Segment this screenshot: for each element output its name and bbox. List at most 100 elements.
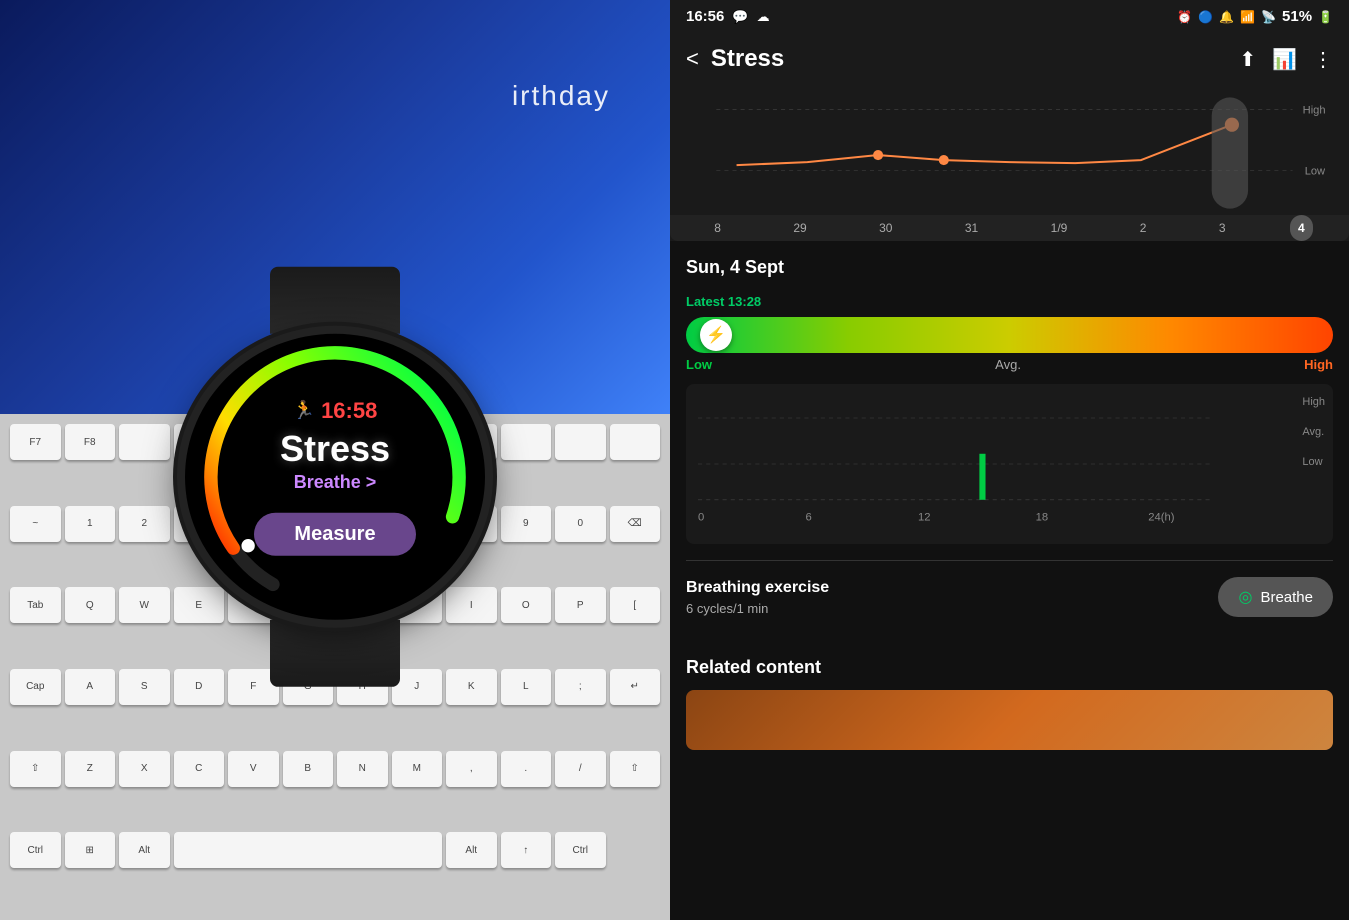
stress-bar-labels: Low Avg. High xyxy=(686,357,1333,372)
volume-icon: 🔔 xyxy=(1219,10,1234,24)
svg-text:18: 18 xyxy=(1036,511,1049,523)
key-bracket[interactable]: [ xyxy=(610,587,661,623)
key-pgdn[interactable] xyxy=(610,424,661,460)
bar-label-low: Low xyxy=(686,357,712,372)
key-period[interactable]: . xyxy=(501,751,552,787)
daily-low-label: Low xyxy=(1302,456,1325,468)
bar-label-avg: Avg. xyxy=(995,357,1021,372)
key-p[interactable]: P xyxy=(555,587,606,623)
share-button[interactable]: ⬆ xyxy=(1239,47,1256,72)
key-up[interactable]: ↑ xyxy=(501,832,552,868)
bluetooth-icon: 🔵 xyxy=(1198,10,1213,24)
date-4-active[interactable]: 4 xyxy=(1290,215,1313,241)
key-slash[interactable]: / xyxy=(555,751,606,787)
watch-band-bottom xyxy=(270,620,400,687)
watch-time: 🏃 16:58 xyxy=(293,398,378,424)
key-semi[interactable]: ; xyxy=(555,669,606,705)
bar-label-high: High xyxy=(1304,357,1333,372)
status-bar: 16:56 💬 ☁ ⏰ 🔵 🔔 📶 📡 51% 🔋 xyxy=(670,0,1349,33)
key-backspace[interactable]: ⌫ xyxy=(610,506,661,542)
svg-text:24(h): 24(h) xyxy=(1148,511,1175,523)
key-o[interactable]: O xyxy=(501,587,552,623)
key-comma[interactable]: , xyxy=(446,751,497,787)
header-right: ⬆ 📊 ⋮ xyxy=(1239,47,1333,72)
key-rshift[interactable]: ⇧ xyxy=(610,751,661,787)
key-caps[interactable]: Cap xyxy=(10,669,61,705)
key-x[interactable]: X xyxy=(119,751,170,787)
key-f9[interactable] xyxy=(119,424,170,460)
key-c[interactable]: C xyxy=(174,751,225,787)
key-f7[interactable]: F7 xyxy=(10,424,61,460)
back-button[interactable]: < xyxy=(686,46,699,72)
daily-chart-svg: 0 6 12 18 24(h) xyxy=(698,396,1271,532)
key-l[interactable]: L xyxy=(501,669,552,705)
watch-band-top xyxy=(270,267,400,334)
weekly-chart-svg: High Low xyxy=(686,85,1333,215)
right-panel: 16:56 💬 ☁ ⏰ 🔵 🔔 📶 📡 51% 🔋 < Stress ⬆ 📊 ⋮ xyxy=(670,0,1349,920)
header-left: < Stress xyxy=(686,45,784,73)
key-0[interactable]: 0 xyxy=(555,506,606,542)
key-enter[interactable]: ↵ xyxy=(610,669,661,705)
status-time: 16:56 xyxy=(686,8,724,25)
breathe-text: Breathing exercise 6 cycles/1 min xyxy=(686,579,829,616)
content-area: Sun, 4 Sept Latest 13:28 ⚡ Low Avg. High… xyxy=(670,241,1349,920)
key-tilde[interactable]: ~ xyxy=(10,506,61,542)
daily-chart: High Avg. Low 0 6 12 18 24(h) xyxy=(686,384,1333,544)
key-b[interactable]: B xyxy=(283,751,334,787)
breathe-subtitle: 6 cycles/1 min xyxy=(686,601,829,616)
date-30: 30 xyxy=(871,215,900,241)
breathe-button-label: Breathe xyxy=(1260,589,1313,606)
date-heading: Sun, 4 Sept xyxy=(686,257,1333,278)
breathe-button-icon: ◎ xyxy=(1238,587,1252,607)
watch-stress-icon: 🏃 xyxy=(293,400,315,421)
battery-percentage: 51% xyxy=(1282,8,1312,25)
key-n[interactable]: N xyxy=(337,751,388,787)
left-panel: irthday F7 F8 F10 F11 F12 ~ 1 2 3 4 5 6 … xyxy=(0,0,670,920)
key-f8[interactable]: F8 xyxy=(65,424,116,460)
watch-screen: 🏃 16:58 Stress Breathe > Measure xyxy=(185,334,485,620)
stress-bar-container: ⚡ Low Avg. High xyxy=(686,317,1333,372)
key-2[interactable]: 2 xyxy=(119,506,170,542)
birthday-text: irthday xyxy=(512,80,610,112)
watch-breathe-label: Breathe > xyxy=(294,472,377,493)
svg-text:Low: Low xyxy=(1305,165,1326,177)
svg-text:12: 12 xyxy=(918,511,931,523)
latest-label: Latest 13:28 xyxy=(686,294,1333,309)
key-z[interactable]: Z xyxy=(65,751,116,787)
chart-area: High Low xyxy=(670,85,1349,215)
related-section: Related content xyxy=(686,649,1333,750)
daily-high-label: High xyxy=(1302,396,1325,408)
key-ralt[interactable]: Alt xyxy=(446,832,497,868)
chart-button[interactable]: 📊 xyxy=(1272,47,1297,72)
key-s[interactable]: S xyxy=(119,669,170,705)
key-9[interactable]: 9 xyxy=(501,506,552,542)
svg-text:0: 0 xyxy=(698,511,704,523)
key-1[interactable]: 1 xyxy=(65,506,116,542)
key-space[interactable] xyxy=(174,832,443,868)
key-w[interactable]: W xyxy=(119,587,170,623)
key-m[interactable]: M xyxy=(392,751,443,787)
key-tab[interactable]: Tab xyxy=(10,587,61,623)
key-alt[interactable]: Alt xyxy=(119,832,170,868)
cloud-icon: ☁ xyxy=(757,9,770,25)
key-v[interactable]: V xyxy=(228,751,279,787)
more-button[interactable]: ⋮ xyxy=(1313,47,1333,72)
watch-stress-label: Stress xyxy=(280,428,390,470)
date-29: 29 xyxy=(785,215,814,241)
svg-text:High: High xyxy=(1303,105,1326,117)
key-pgup[interactable] xyxy=(501,424,552,460)
battery-icon: 🔋 xyxy=(1318,10,1333,24)
app-title: Stress xyxy=(711,45,784,73)
watch-measure-button[interactable]: Measure xyxy=(254,513,415,556)
key-end[interactable] xyxy=(555,424,606,460)
breathe-title: Breathing exercise xyxy=(686,579,829,597)
key-win[interactable]: ⊞ xyxy=(65,832,116,868)
key-a[interactable]: A xyxy=(65,669,116,705)
stress-bar: ⚡ xyxy=(686,317,1333,353)
breathe-section: Breathing exercise 6 cycles/1 min ◎ Brea… xyxy=(686,560,1333,633)
key-rctrl[interactable]: Ctrl xyxy=(555,832,606,868)
key-shift[interactable]: ⇧ xyxy=(10,751,61,787)
key-q[interactable]: Q xyxy=(65,587,116,623)
breathe-button[interactable]: ◎ Breathe xyxy=(1218,577,1333,617)
key-ctrl[interactable]: Ctrl xyxy=(10,832,61,868)
